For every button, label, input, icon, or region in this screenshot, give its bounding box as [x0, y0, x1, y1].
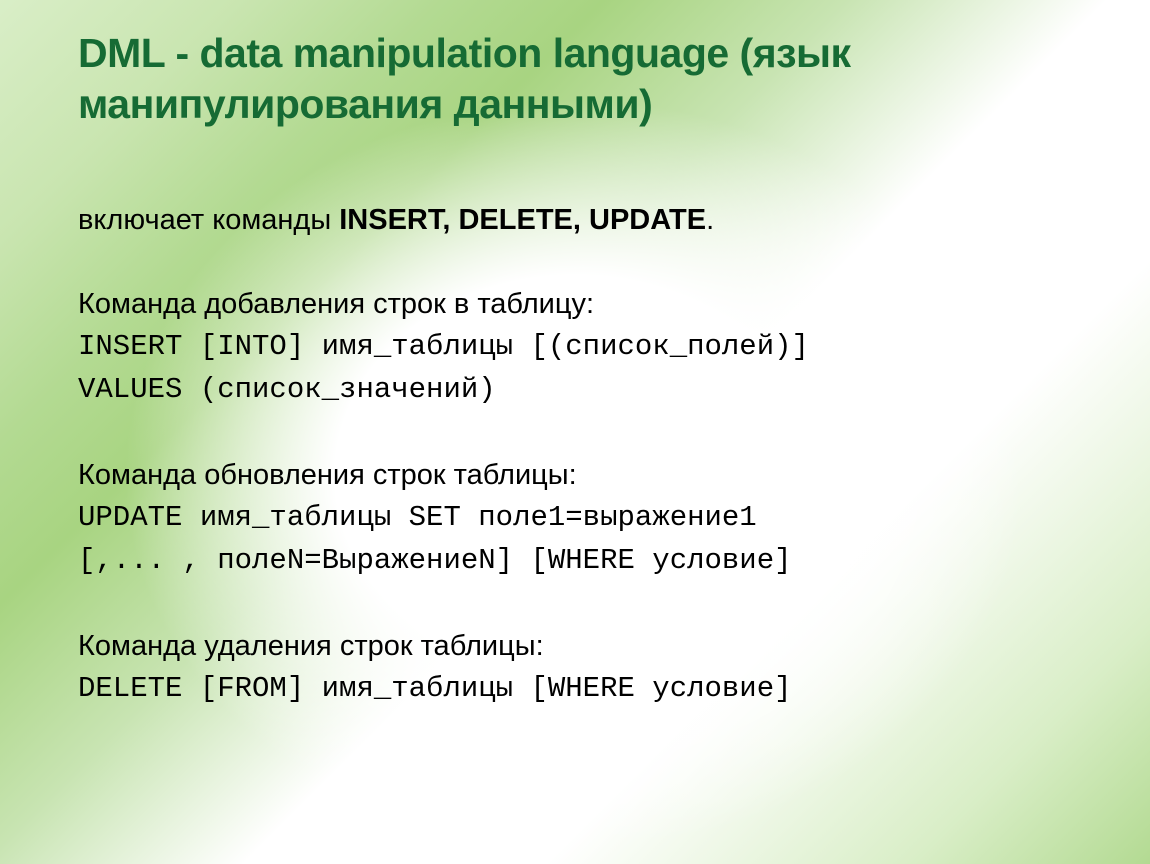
section-delete-heading: Команда удаления строк таблицы: [78, 625, 1072, 668]
code-insert-line2: VALUES (список_значений) [78, 369, 1072, 412]
code-update-line1: UPDATE имя_таблицы SET поле1=выражение1 [78, 497, 1072, 540]
slide-body: включает команды INSERT, DELETE, UPDATE.… [78, 199, 1072, 711]
intro-line: включает команды INSERT, DELETE, UPDATE. [78, 199, 1072, 242]
code-delete-line1: DELETE [FROM] имя_таблицы [WHERE условие… [78, 668, 1072, 711]
intro-commands: INSERT, DELETE, UPDATE [339, 204, 706, 236]
spacer [78, 412, 1072, 454]
code-update-line2: [,... , полеN=ВыражениеN] [WHERE условие… [78, 540, 1072, 583]
intro-prefix: включает команды [78, 204, 339, 236]
code-insert-line1: INSERT [INTO] имя_таблицы [(список_полей… [78, 326, 1072, 369]
spacer [78, 583, 1072, 625]
slide-title: DML - data manipulation language (язык м… [78, 28, 1072, 131]
section-insert-heading: Команда добавления строк в таблицу: [78, 283, 1072, 326]
slide: DML - data manipulation language (язык м… [0, 0, 1150, 864]
spacer [78, 241, 1072, 283]
section-update-heading: Команда обновления строк таблицы: [78, 454, 1072, 497]
intro-suffix: . [706, 204, 714, 236]
